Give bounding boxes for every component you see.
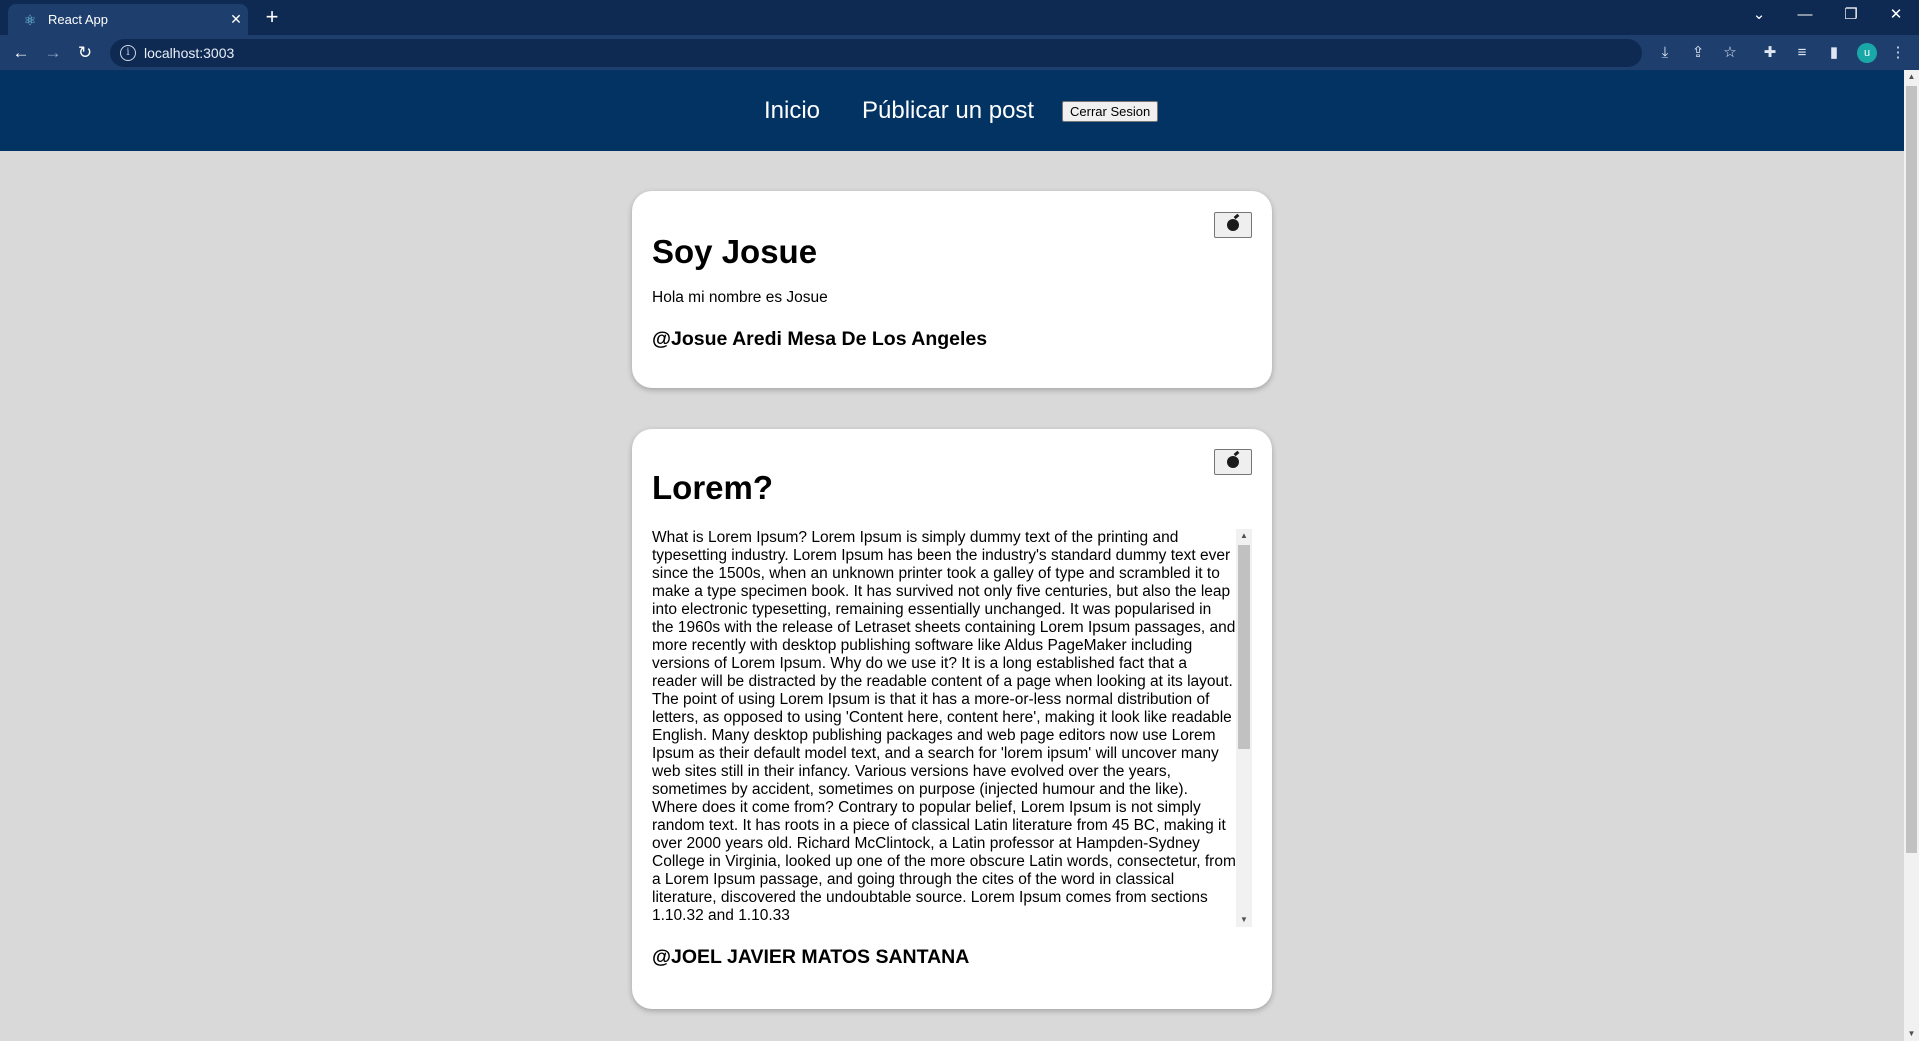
tab-search-icon[interactable]: ⌄ (1736, 0, 1782, 30)
edit-icon (1227, 219, 1239, 231)
scroll-down-arrow-icon[interactable]: ▼ (1236, 913, 1252, 927)
site-info-icon[interactable]: i (120, 45, 136, 61)
address-bar[interactable]: i localhost:3003 (110, 39, 1642, 67)
window-close-button[interactable]: ✕ (1873, 0, 1919, 30)
browser-toolbar: ← → ↻ i localhost:3003 ⤓ ⇪ ☆ ✚ ≡ ▮ u ⋮ (0, 35, 1919, 70)
restore-button[interactable]: ❐ (1828, 0, 1874, 30)
bookmark-star-icon[interactable]: ☆ (1717, 40, 1743, 66)
react-favicon-icon: ⚛ (23, 11, 37, 28)
minimize-button[interactable]: — (1782, 0, 1828, 30)
nav-publish-link[interactable]: Públicar un post (862, 97, 1034, 125)
tab-title: React App (48, 12, 108, 27)
browser-tab[interactable]: ⚛ React App ✕ (8, 4, 248, 35)
post-body: What is Lorem Ipsum? Lorem Ipsum is simp… (652, 529, 1236, 924)
page-viewport: Inicio Públicar un post Cerrar Sesion So… (0, 70, 1904, 1041)
menu-kebab-icon[interactable]: ⋮ (1885, 40, 1911, 66)
post-body-scrollbar[interactable]: ▲ ▼ (1236, 529, 1252, 927)
install-app-icon[interactable]: ⤓ (1652, 40, 1678, 66)
media-control-icon[interactable]: ≡ (1789, 40, 1815, 66)
profile-avatar[interactable]: u (1857, 43, 1877, 63)
post-card: Lorem? What is Lorem Ipsum? Lorem Ipsum … (632, 429, 1272, 1009)
edit-icon (1227, 456, 1239, 468)
new-tab-button[interactable]: + (258, 4, 286, 32)
url-text: localhost:3003 (144, 45, 235, 61)
extensions-icon[interactable]: ✚ (1757, 40, 1783, 66)
logout-button[interactable]: Cerrar Sesion (1062, 101, 1159, 122)
reload-icon[interactable]: ↻ (72, 40, 98, 66)
post-title: Soy Josue (652, 233, 818, 270)
page-scrollbar[interactable]: ▲ ▼ (1904, 70, 1919, 1041)
edit-post-button[interactable] (1214, 212, 1252, 238)
post-body: Hola mi nombre es Josue (652, 289, 828, 306)
app-navbar: Inicio Públicar un post Cerrar Sesion (0, 70, 1904, 151)
share-icon[interactable]: ⇪ (1685, 40, 1711, 66)
scrollbar-thumb[interactable] (1238, 545, 1250, 749)
nav-home-link[interactable]: Inicio (764, 97, 820, 125)
browser-tab-strip: ⚛ React App ✕ + ⌄ — ❐ ✕ (0, 0, 1919, 35)
page-scrollbar-thumb[interactable] (1906, 86, 1917, 853)
side-panel-icon[interactable]: ▮ (1821, 40, 1847, 66)
edit-post-button[interactable] (1214, 449, 1252, 475)
post-title: Lorem? (652, 469, 774, 506)
scroll-up-arrow-icon[interactable]: ▲ (1236, 529, 1252, 543)
forward-icon[interactable]: → (40, 40, 66, 66)
page-scroll-down-icon[interactable]: ▼ (1904, 1027, 1919, 1041)
page-scroll-up-icon[interactable]: ▲ (1904, 70, 1919, 84)
close-tab-icon[interactable]: ✕ (224, 11, 248, 28)
post-card: Soy Josue Hola mi nombre es Josue @Josue… (632, 191, 1272, 388)
post-body-scroll-area[interactable]: What is Lorem Ipsum? Lorem Ipsum is simp… (652, 529, 1252, 927)
back-icon[interactable]: ← (8, 40, 34, 66)
post-author: @JOEL JAVIER MATOS SANTANA (652, 946, 970, 968)
post-author: @Josue Aredi Mesa De Los Angeles (652, 328, 988, 350)
